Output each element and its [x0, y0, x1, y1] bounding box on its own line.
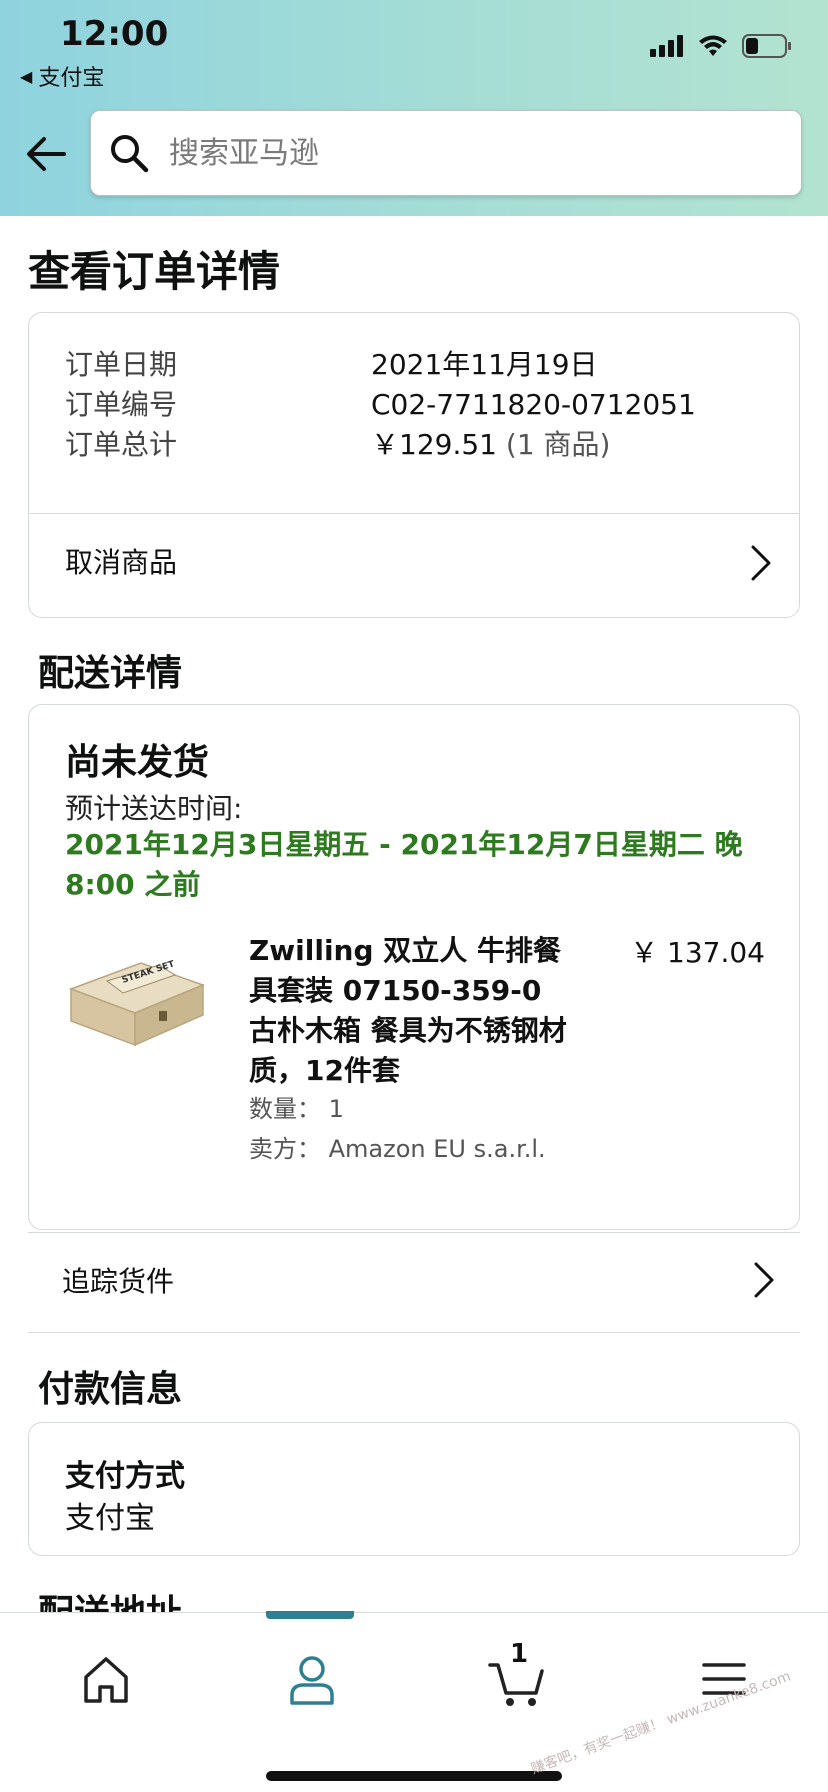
home-indicator: [266, 1771, 562, 1781]
order-summary-card: 订单日期 2021年11月19日 订单编号 C02-7711820-0712051 …: [28, 312, 800, 618]
shipping-section-title: 配送详情: [38, 653, 183, 694]
order-date-label: 订单日期: [65, 348, 178, 381]
chevron-right-icon: [754, 1262, 774, 1298]
track-package-link[interactable]: 追踪货件: [62, 1260, 782, 1300]
product-title[interactable]: Zwilling 双立人 牛排餐具套装 07150-359-0 古朴木箱 餐具为…: [249, 931, 569, 1091]
payment-section-title: 付款信息: [38, 1369, 183, 1410]
user-icon: [290, 1656, 334, 1705]
tab-account[interactable]: [282, 1649, 342, 1709]
eta-value: 2021年12月3日星期五 - 2021年12月7日星期二 晚8:00 之前: [65, 828, 743, 901]
cellular-signal-icon: [650, 35, 683, 57]
battery-icon: [742, 34, 791, 58]
active-tab-indicator: [266, 1611, 354, 1619]
back-to-app-link[interactable]: ◀ 支付宝: [20, 60, 104, 92]
page-title: 查看订单详情: [28, 247, 281, 296]
product-quantity: 数量： 1: [249, 1095, 344, 1123]
payment-method-value: 支付宝: [65, 1501, 155, 1536]
product-seller: 卖方： Amazon EU s.a.r.l.: [249, 1135, 546, 1163]
eta-label: 预计送达时间:: [65, 792, 243, 825]
status-icons: [650, 34, 792, 58]
search-input[interactable]: [169, 135, 729, 171]
chevron-right-icon: [751, 545, 771, 581]
order-total-items: (1 商品): [505, 428, 611, 461]
tab-home[interactable]: [76, 1649, 136, 1709]
search-icon: [111, 135, 149, 173]
order-number-label: 订单编号: [65, 388, 178, 421]
order-total-value: ￥129.51: [371, 428, 497, 461]
divider: [29, 513, 799, 514]
divider: [28, 1332, 800, 1333]
cart-count-badge: 1: [510, 1639, 529, 1669]
status-time: 12:00: [60, 14, 169, 54]
payment-method-label: 支付方式: [65, 1459, 185, 1494]
wifi-icon: [699, 35, 727, 56]
product-price: ￥ 137.04: [630, 936, 765, 969]
back-app-label: 支付宝: [38, 66, 105, 91]
back-triangle-icon: ◀: [20, 66, 33, 86]
back-arrow-icon[interactable]: [24, 132, 68, 176]
search-bar[interactable]: [90, 110, 802, 196]
cancel-items-label: 取消商品: [65, 546, 178, 579]
order-date-row: 订单日期 2021年11月19日: [65, 343, 598, 383]
order-number-value: C02-7711820-0712051: [371, 388, 696, 421]
cancel-items-link[interactable]: 取消商品: [65, 541, 765, 581]
track-package-label: 追踪货件: [62, 1265, 175, 1298]
order-date-value: 2021年11月19日: [371, 348, 598, 381]
payment-card: 支付方式 支付宝: [28, 1422, 800, 1556]
order-number-row: 订单编号 C02-7711820-0712051: [65, 383, 696, 423]
product-image[interactable]: STEAK SET: [63, 941, 207, 1051]
header: 12:00 ◀ 支付宝: [0, 0, 828, 216]
shipment-status: 尚未发货: [65, 742, 210, 783]
order-total-row: 订单总计 ￥129.51 (1 商品): [65, 423, 610, 463]
home-icon: [84, 1657, 128, 1703]
divider: [28, 1232, 800, 1233]
tab-cart[interactable]: 1: [488, 1639, 548, 1709]
shipment-card: 尚未发货 预计送达时间: 2021年12月3日星期五 - 2021年12月7日星…: [28, 704, 800, 1230]
order-total-label: 订单总计: [65, 428, 178, 461]
